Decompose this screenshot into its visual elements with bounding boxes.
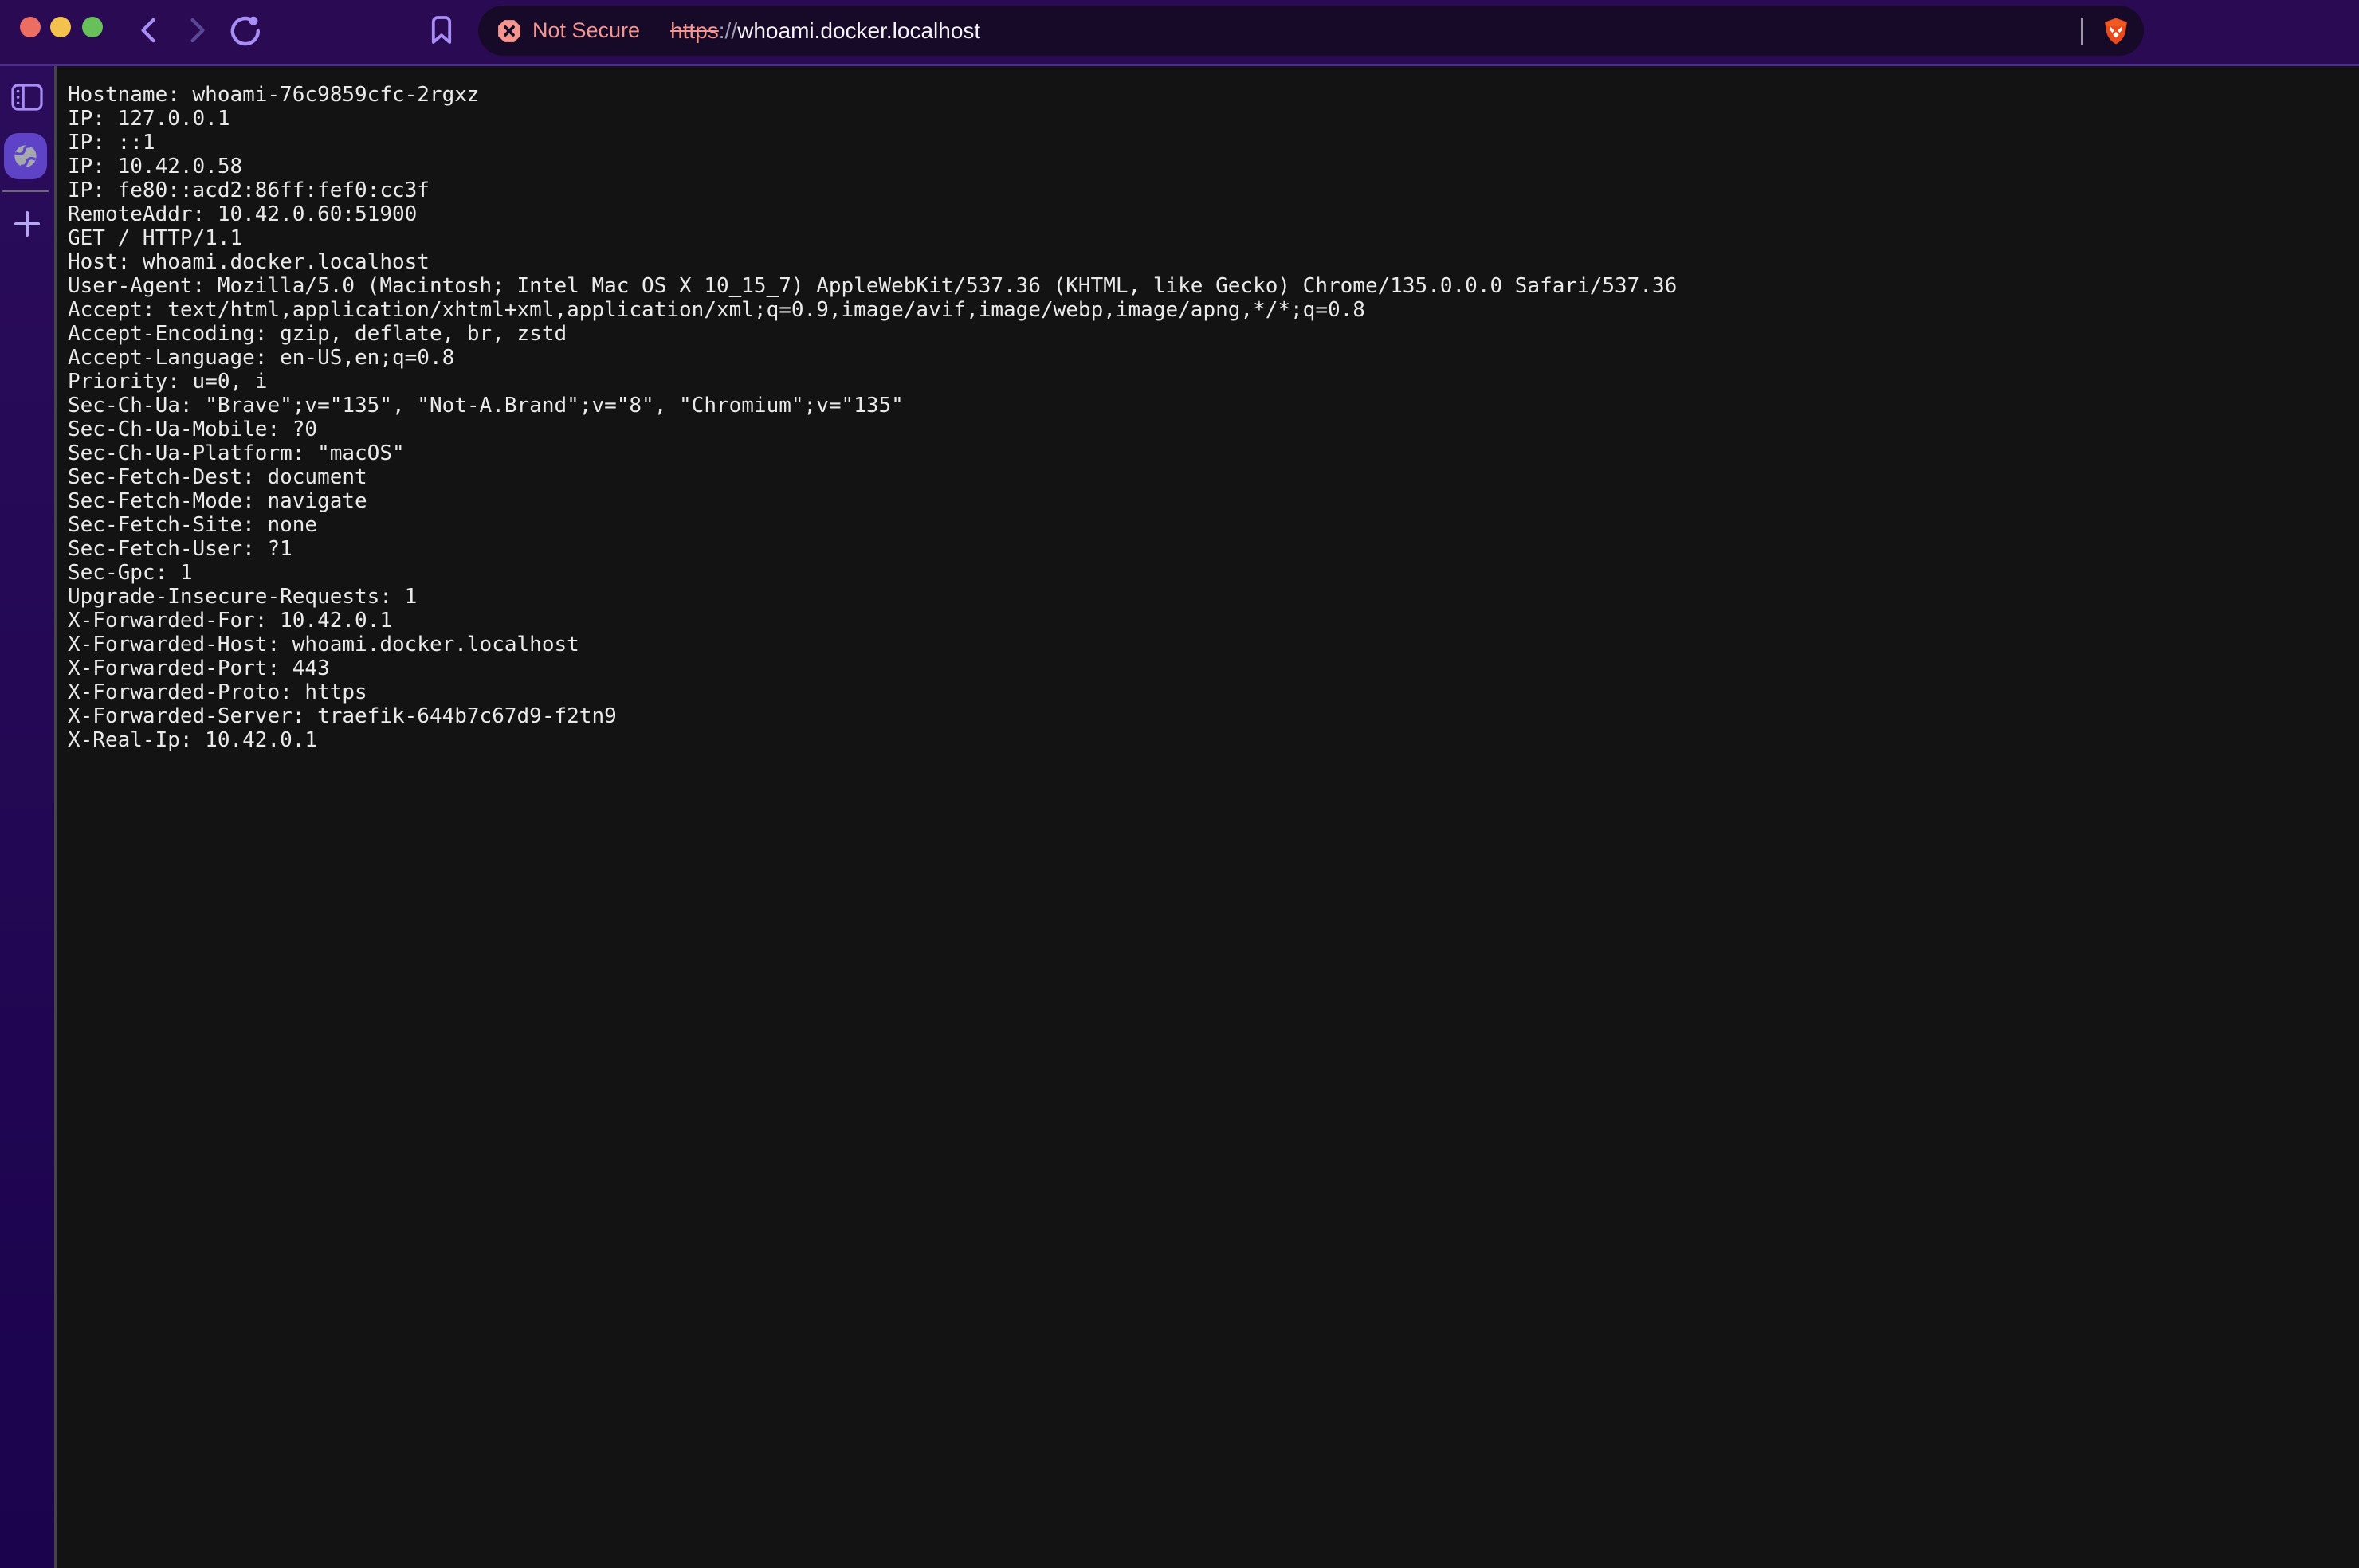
header-line: IP: ::1 — [68, 131, 2359, 155]
header-line: Sec-Fetch-User: ?1 — [68, 537, 2359, 561]
header-line: Sec-Ch-Ua-Mobile: ?0 — [68, 417, 2359, 441]
header-line: X-Forwarded-Port: 443 — [68, 657, 2359, 680]
header-line: RemoteAddr: 10.42.0.60:51900 — [68, 202, 2359, 226]
reload-icon — [228, 13, 263, 48]
security-badge[interactable]: Not Secure — [497, 18, 640, 43]
header-line: X-Forwarded-Server: traefik-644b7c67d9-f… — [68, 704, 2359, 728]
address-bar[interactable]: Not Secure https://whoami.docker.localho… — [478, 6, 2144, 56]
header-line: Host: whoami.docker.localhost — [68, 250, 2359, 274]
header-line: Sec-Ch-Ua: "Brave";v="135", "Not-A.Brand… — [68, 394, 2359, 417]
sidebar-divider — [2, 190, 49, 192]
tab-whoami-active[interactable] — [4, 133, 47, 179]
toolbar: Not Secure https://whoami.docker.localho… — [0, 0, 2359, 64]
header-line: X-Real-Ip: 10.42.0.1 — [68, 728, 2359, 752]
chevron-right-icon — [182, 16, 210, 45]
header-line: Sec-Ch-Ua-Platform: "macOS" — [68, 441, 2359, 465]
header-line: X-Forwarded-For: 10.42.0.1 — [68, 609, 2359, 633]
page-content: Hostname: whoami-76c9859cfc-2rgxz IP: 12… — [57, 66, 2359, 1568]
header-line: IP: 10.42.0.58 — [68, 155, 2359, 178]
back-button[interactable] — [131, 11, 169, 49]
shields-zone — [2081, 6, 2131, 56]
header-line: X-Forwarded-Proto: https — [68, 680, 2359, 704]
header-line: Sec-Gpc: 1 — [68, 561, 2359, 585]
bookmark-icon — [430, 15, 453, 45]
url-text: https://whoami.docker.localhost — [670, 18, 980, 44]
header-line: Accept-Language: en-US,en;q=0.8 — [68, 346, 2359, 370]
chevron-left-icon — [135, 16, 164, 45]
sidebar-panel-icon — [11, 84, 43, 111]
forward-button[interactable] — [177, 11, 215, 49]
url-scheme: https — [670, 18, 719, 43]
url-host: whoami.docker.localhost — [737, 18, 980, 43]
brave-lion-shield-icon — [2101, 16, 2131, 46]
header-line: Sec-Fetch-Dest: document — [68, 465, 2359, 489]
header-line: Accept-Encoding: gzip, deflate, br, zstd — [68, 322, 2359, 346]
header-line: GET / HTTP/1.1 — [68, 226, 2359, 250]
window-maximize-button[interactable] — [82, 17, 103, 37]
globe-icon — [12, 143, 39, 170]
new-tab-button[interactable] — [11, 208, 43, 240]
header-line: Sec-Fetch-Site: none — [68, 513, 2359, 537]
browser-window: Not Secure https://whoami.docker.localho… — [0, 0, 2359, 1568]
brave-shields-button[interactable] — [2101, 16, 2131, 46]
header-line: IP: fe80::acd2:86ff:fef0:cc3f — [68, 178, 2359, 202]
reload-button[interactable] — [226, 11, 265, 49]
whoami-output: Hostname: whoami-76c9859cfc-2rgxz IP: 12… — [57, 66, 2359, 752]
vertical-tab-sidebar — [0, 66, 54, 1568]
window-close-button[interactable] — [20, 17, 41, 37]
sidebar-toggle-button[interactable] — [11, 84, 43, 111]
header-line: IP: 127.0.0.1 — [68, 107, 2359, 131]
header-line: Sec-Fetch-Mode: navigate — [68, 489, 2359, 513]
header-line: Upgrade-Insecure-Requests: 1 — [68, 585, 2359, 609]
header-line: X-Forwarded-Host: whoami.docker.localhos… — [68, 633, 2359, 657]
header-line: User-Agent: Mozilla/5.0 (Macintosh; Inte… — [68, 274, 2359, 298]
window-minimize-button[interactable] — [50, 17, 71, 37]
bookmark-button[interactable] — [422, 11, 461, 49]
header-line: Priority: u=0, i — [68, 370, 2359, 394]
header-line: Hostname: whoami-76c9859cfc-2rgxz — [68, 83, 2359, 107]
security-badge-label: Not Secure — [532, 18, 640, 43]
plus-icon — [11, 208, 43, 240]
not-secure-x-octagon-icon — [497, 19, 521, 43]
url-scheme-separator: :// — [719, 18, 737, 43]
urlbar-divider — [2081, 18, 2083, 45]
header-line: Accept: text/html,application/xhtml+xml,… — [68, 298, 2359, 322]
